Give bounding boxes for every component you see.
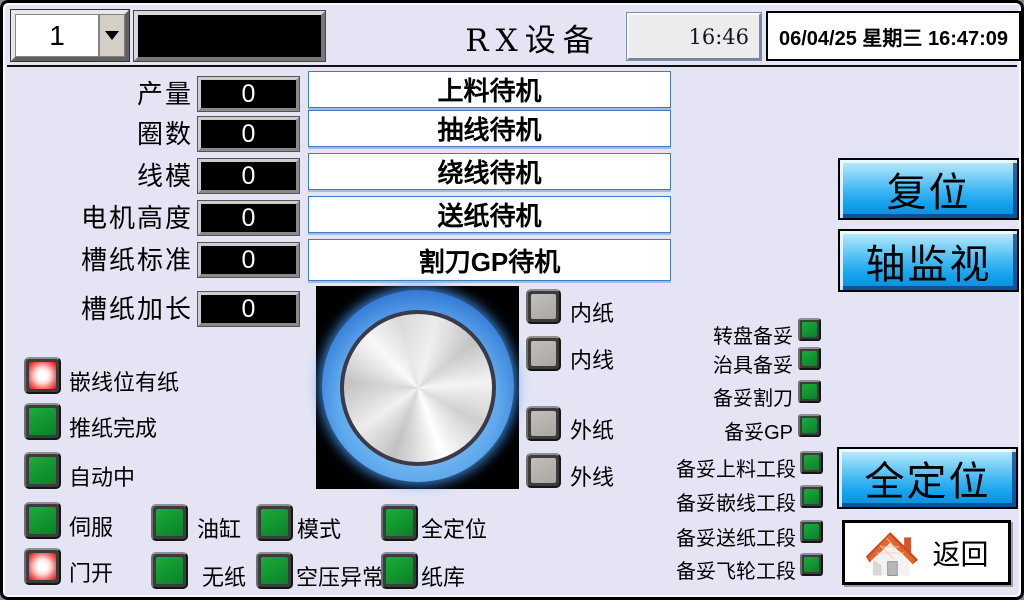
label-paper-in-slot: 嵌线位有纸 (69, 365, 179, 397)
topbar-divider (7, 65, 1017, 67)
counter-value-output: 0 (198, 77, 299, 111)
counter-value-paper-std: 0 (198, 243, 299, 277)
label-paper-section-ready: 备妥送纸工段 (653, 522, 796, 551)
label-insert-section-ready: 备妥嵌线工段 (653, 487, 796, 516)
time-display: 16:46 (627, 13, 761, 60)
status-drawing: 抽线待机 (308, 110, 671, 147)
label-full-position: 全定位 (421, 512, 487, 544)
counter-value-wire-mold: 0 (198, 159, 299, 193)
hmi-screen: 1 RX设备 16:46 06/04/25 星期三 16:47:09 产量 0 … (0, 0, 1024, 600)
counter-label-wire-mold: 线模 (8, 159, 193, 193)
label-air-pressure-alarm: 空压异常 (296, 560, 384, 592)
lamp-door-open (24, 548, 61, 585)
lamp-feed-section-ready (800, 451, 823, 474)
station-selector[interactable]: 1 (11, 10, 129, 61)
label-jig-ready: 治具备妥 (653, 349, 793, 378)
dropdown-arrow-icon[interactable] (99, 14, 125, 57)
label-auto-mode: 自动中 (69, 460, 135, 492)
label-inner-wire: 内线 (570, 343, 614, 375)
message-display (134, 11, 325, 61)
lamp-outer-wire (526, 453, 561, 488)
counter-label-motor-height: 电机高度 (8, 201, 193, 235)
lamp-inner-wire (526, 336, 561, 371)
back-button[interactable]: 返回 (842, 520, 1011, 585)
counter-label-output: 产量 (8, 77, 193, 111)
lamp-inner-paper (526, 289, 561, 324)
label-outer-wire: 外线 (570, 460, 614, 492)
label-flywheel-section-ready: 备妥飞轮工段 (653, 555, 796, 584)
label-paper-bank: 纸库 (421, 560, 465, 592)
status-paper: 送纸待机 (308, 196, 671, 233)
lamp-air-pressure-alarm (256, 552, 293, 589)
station-selector-value[interactable]: 1 (15, 14, 99, 57)
lamp-servo (24, 502, 61, 539)
lamp-cutter-ready (798, 380, 821, 403)
lamp-push-done (24, 403, 61, 440)
status-winding: 绕线待机 (308, 153, 671, 190)
label-turntable-ready: 转盘备妥 (653, 320, 793, 349)
back-button-label: 返回 (932, 533, 988, 573)
lamp-flywheel-section-ready (800, 553, 823, 576)
lamp-auto-mode (24, 452, 61, 489)
label-cutter-ready: 备妥割刀 (653, 382, 793, 411)
full-position-button[interactable]: 全定位 (837, 447, 1018, 509)
lamp-paper-bank (381, 552, 418, 589)
counter-label-paper-ext: 槽纸加长 (8, 292, 193, 326)
counter-value-turns: 0 (198, 117, 299, 151)
lamp-turntable-ready (798, 318, 821, 341)
lamp-gp-ready (798, 414, 821, 437)
axis-monitor-button[interactable]: 轴监视 (838, 229, 1019, 292)
home-icon (864, 527, 920, 579)
label-push-done: 推纸完成 (69, 411, 157, 443)
turntable-disc (344, 314, 492, 462)
counter-value-paper-ext: 0 (198, 292, 299, 326)
lamp-full-position (381, 504, 418, 541)
counter-value-motor-height: 0 (198, 201, 299, 235)
reset-button[interactable]: 复位 (838, 158, 1019, 220)
counter-label-turns: 圈数 (8, 117, 193, 151)
lamp-paper-in-slot (24, 357, 61, 394)
status-feeding: 上料待机 (308, 71, 671, 108)
turntable-graphic (316, 286, 519, 489)
page-title: RX设备 (423, 15, 643, 55)
status-cutter-gp: 割刀GP待机 (308, 239, 671, 281)
label-oil-cylinder: 油缸 (197, 512, 241, 544)
label-mode: 模式 (297, 512, 341, 544)
lamp-paper-section-ready (800, 520, 823, 543)
label-door-open: 门开 (69, 556, 113, 588)
label-gp-ready: 备妥GP (653, 416, 793, 445)
lamp-jig-ready (798, 347, 821, 370)
counter-label-paper-std: 槽纸标准 (8, 243, 193, 277)
lamp-oil-cylinder (151, 504, 188, 541)
label-servo: 伺服 (69, 510, 113, 542)
lamp-mode (256, 504, 293, 541)
lamp-no-paper (151, 552, 188, 589)
label-no-paper: 无纸 (202, 560, 246, 592)
lamp-insert-section-ready (800, 485, 823, 508)
label-inner-paper: 内纸 (570, 296, 614, 328)
datetime-display: 06/04/25 星期三 16:47:09 (766, 11, 1021, 61)
lamp-outer-paper (526, 406, 561, 441)
label-feed-section-ready: 备妥上料工段 (653, 453, 796, 482)
label-outer-paper: 外纸 (570, 413, 614, 445)
